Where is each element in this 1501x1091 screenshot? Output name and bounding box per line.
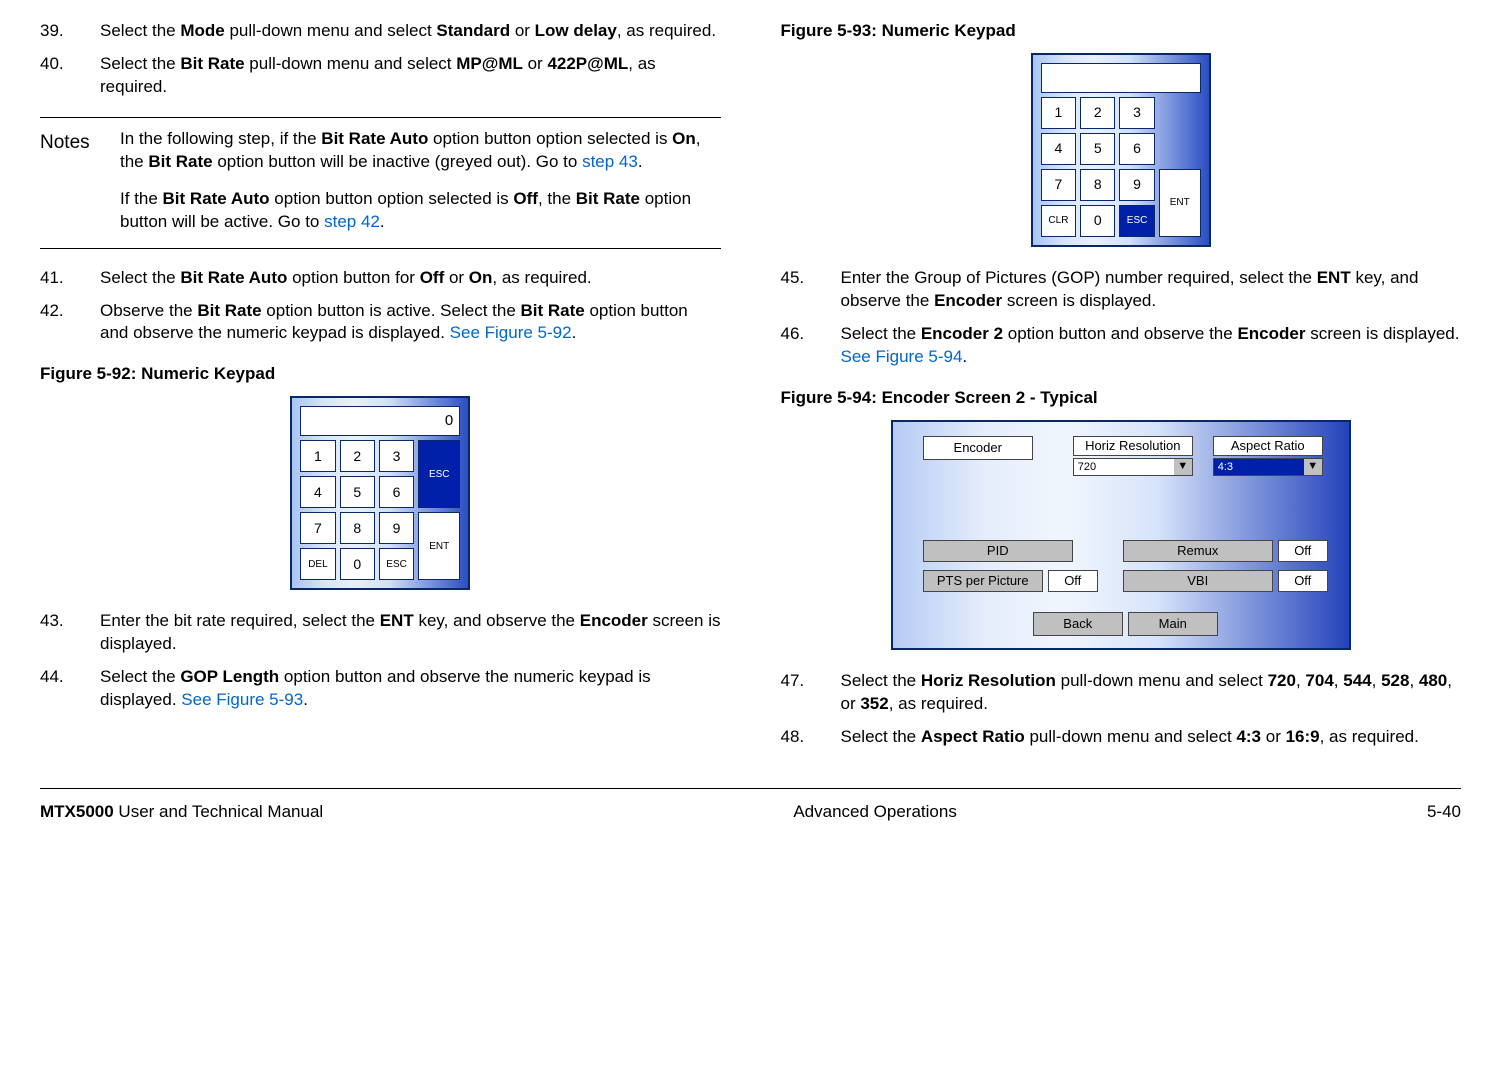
key-2[interactable]: 2	[1080, 97, 1115, 129]
horiz-resolution-label: Horiz Resolution	[1073, 436, 1193, 456]
key-4[interactable]: 4	[300, 476, 335, 508]
link-figure-5-94[interactable]: See Figure 5-94	[841, 347, 963, 366]
notes-label: Notes	[40, 128, 120, 238]
keypad-display	[1041, 63, 1201, 93]
key-4[interactable]: 4	[1041, 133, 1076, 165]
key-8[interactable]: 8	[340, 512, 375, 544]
step-number: 45.	[781, 267, 841, 313]
notes-block: Notes In the following step, if the Bit …	[40, 117, 721, 249]
link-step-42[interactable]: step 42	[324, 212, 380, 231]
key-ent[interactable]: ENT	[1159, 169, 1201, 237]
aspect-ratio-dropdown[interactable]: 4:3▼	[1213, 458, 1323, 476]
step-body: Enter the bit rate required, select the …	[100, 610, 721, 656]
key-6[interactable]: 6	[379, 476, 414, 508]
key-5[interactable]: 5	[340, 476, 375, 508]
pts-per-picture-button[interactable]: PTS per Picture	[923, 570, 1043, 592]
step-number: 42.	[40, 300, 100, 346]
step-48: 48. Select the Aspect Ratio pull-down me…	[781, 726, 1462, 749]
key-9[interactable]: 9	[1119, 169, 1154, 201]
step-body: Select the Encoder 2 option button and o…	[841, 323, 1462, 369]
key-del[interactable]: DEL	[300, 548, 335, 580]
step-number: 43.	[40, 610, 100, 656]
vbi-button[interactable]: VBI	[1123, 570, 1273, 592]
step-43: 43. Enter the bit rate required, select …	[40, 610, 721, 656]
figure-5-94-title: Figure 5-94: Encoder Screen 2 - Typical	[781, 387, 1462, 410]
key-clr[interactable]: CLR	[1041, 205, 1076, 237]
link-figure-5-93[interactable]: See Figure 5-93	[181, 690, 303, 709]
link-figure-5-92[interactable]: See Figure 5-92	[450, 323, 572, 342]
step-body: Select the Bit Rate pull-down menu and s…	[100, 53, 721, 99]
left-column: 39. Select the Mode pull-down menu and s…	[40, 20, 721, 758]
step-39: 39. Select the Mode pull-down menu and s…	[40, 20, 721, 43]
numeric-keypad-fig93: 1 2 3 4 5 6 7 8 9 CLR	[1031, 53, 1211, 247]
key-3[interactable]: 3	[1119, 97, 1154, 129]
key-ent[interactable]: ENT	[418, 512, 460, 580]
key-esc[interactable]: ESC	[1119, 205, 1154, 237]
key-6[interactable]: 6	[1119, 133, 1154, 165]
page-footer: MTX5000 User and Technical Manual Advanc…	[40, 788, 1461, 824]
figure-5-92-title: Figure 5-92: Numeric Keypad	[40, 363, 721, 386]
horiz-resolution-dropdown[interactable]: 720▼	[1073, 458, 1193, 476]
step-41: 41. Select the Bit Rate Auto option butt…	[40, 267, 721, 290]
footer-center: Advanced Operations	[793, 801, 957, 824]
key-2[interactable]: 2	[340, 440, 375, 472]
encoder-screen: Encoder Horiz Resolution 720▼ Aspect Rat…	[891, 420, 1351, 650]
step-number: 46.	[781, 323, 841, 369]
step-40: 40. Select the Bit Rate pull-down menu a…	[40, 53, 721, 99]
notes-body: In the following step, if the Bit Rate A…	[120, 128, 721, 238]
step-45: 45. Enter the Group of Pictures (GOP) nu…	[781, 267, 1462, 313]
step-number: 48.	[781, 726, 841, 749]
key-7[interactable]: 7	[300, 512, 335, 544]
key-3[interactable]: 3	[379, 440, 414, 472]
key-esc[interactable]: ESC	[379, 548, 414, 580]
step-body: Select the Bit Rate Auto option button f…	[100, 267, 721, 290]
pts-value: Off	[1048, 570, 1098, 592]
step-body: Select the Horiz Resolution pull-down me…	[841, 670, 1462, 716]
right-column: Figure 5-93: Numeric Keypad 1 2 3 4 5 6	[781, 20, 1462, 758]
key-esc-big[interactable]: ESC	[418, 440, 460, 508]
link-step-43[interactable]: step 43	[582, 152, 638, 171]
step-body: Select the Aspect Ratio pull-down menu a…	[841, 726, 1462, 749]
step-number: 41.	[40, 267, 100, 290]
step-number: 39.	[40, 20, 100, 43]
step-body: Select the Mode pull-down menu and selec…	[100, 20, 721, 43]
key-1[interactable]: 1	[300, 440, 335, 472]
vbi-value: Off	[1278, 570, 1328, 592]
step-body: Enter the Group of Pictures (GOP) number…	[841, 267, 1462, 313]
main-button[interactable]: Main	[1128, 612, 1218, 636]
step-42: 42. Observe the Bit Rate option button i…	[40, 300, 721, 346]
step-47: 47. Select the Horiz Resolution pull-dow…	[781, 670, 1462, 716]
step-body: Select the GOP Length option button and …	[100, 666, 721, 712]
key-0[interactable]: 0	[1080, 205, 1115, 237]
aspect-ratio-label: Aspect Ratio	[1213, 436, 1323, 456]
key-8[interactable]: 8	[1080, 169, 1115, 201]
step-number: 47.	[781, 670, 841, 716]
encoder-button[interactable]: Encoder	[923, 436, 1033, 460]
numeric-keypad-fig92: 0 1 2 3 4 5 6 7 8 9	[290, 396, 470, 590]
key-7[interactable]: 7	[1041, 169, 1076, 201]
step-number: 44.	[40, 666, 100, 712]
key-1[interactable]: 1	[1041, 97, 1076, 129]
keypad-display: 0	[300, 406, 460, 436]
step-number: 40.	[40, 53, 100, 99]
key-0[interactable]: 0	[340, 548, 375, 580]
key-9[interactable]: 9	[379, 512, 414, 544]
figure-5-93-title: Figure 5-93: Numeric Keypad	[781, 20, 1462, 43]
chevron-down-icon: ▼	[1174, 459, 1192, 475]
remux-button[interactable]: Remux	[1123, 540, 1273, 562]
step-body: Observe the Bit Rate option button is ac…	[100, 300, 721, 346]
key-5[interactable]: 5	[1080, 133, 1115, 165]
pid-button[interactable]: PID	[923, 540, 1073, 562]
footer-right: 5-40	[1427, 801, 1461, 824]
step-44: 44. Select the GOP Length option button …	[40, 666, 721, 712]
chevron-down-icon: ▼	[1304, 459, 1322, 475]
back-button[interactable]: Back	[1033, 612, 1123, 636]
step-46: 46. Select the Encoder 2 option button a…	[781, 323, 1462, 369]
remux-value: Off	[1278, 540, 1328, 562]
footer-left: MTX5000 User and Technical Manual	[40, 801, 323, 824]
